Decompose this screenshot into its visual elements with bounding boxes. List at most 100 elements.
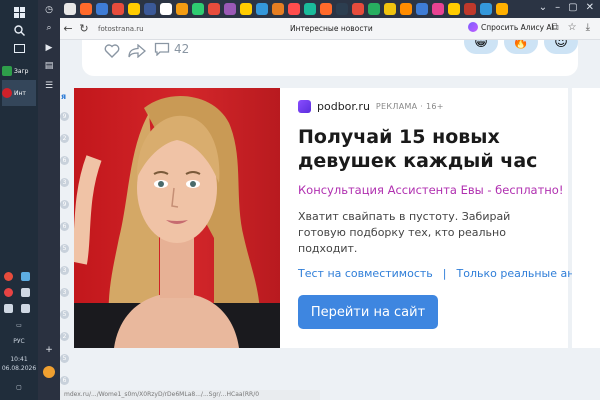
adjacent-card-edge — [572, 88, 600, 348]
clock-date[interactable]: 06.08.2026 — [0, 365, 38, 372]
ad-subline[interactable]: Консультация Ассистента Евы - бесплатно! — [298, 183, 568, 197]
share-button[interactable] — [128, 44, 146, 58]
tab-favicon-icon[interactable] — [336, 3, 348, 15]
download-icon[interactable]: ⤓ — [586, 22, 590, 33]
like-button[interactable] — [104, 44, 120, 58]
close-icon[interactable]: ✕ — [586, 2, 594, 13]
reaction-fire[interactable]: 🔥 — [504, 40, 538, 54]
tab-favicon-icon[interactable] — [176, 3, 188, 15]
page-title: Интересные новости — [290, 24, 373, 33]
screen: Загр Инт ▭ РУС 10:41 06.08.2026 ▢ ◷ ⌕ ▶ … — [0, 0, 600, 400]
tab-favicon-icon[interactable] — [272, 3, 284, 15]
ad-photo-illustration — [74, 96, 280, 348]
tab-favicon-icon[interactable] — [288, 3, 300, 15]
battery-icon[interactable] — [21, 304, 30, 313]
reload-icon[interactable]: ↻ — [76, 22, 92, 35]
ad-description: Хватит свайпать в пустоту. Забирай готов… — [298, 210, 511, 255]
reader-icon[interactable]: ▤ — [41, 58, 57, 74]
tab-favicon-icon[interactable] — [144, 3, 156, 15]
tab-favicon-icon[interactable] — [448, 3, 460, 15]
browser-tab-strip: ⌄ – ▢ ✕ — [60, 0, 600, 18]
media-icon[interactable]: ▶ — [41, 40, 57, 56]
volume-icon[interactable] — [21, 288, 30, 297]
tab-favicon-icon[interactable] — [400, 3, 412, 15]
ad-photo[interactable] — [74, 88, 280, 348]
side-counter-badge: 6 — [60, 156, 69, 165]
side-counter-badge: 2 — [60, 134, 69, 143]
tab-favicon-icon[interactable] — [240, 3, 252, 15]
tab-favicon-icon[interactable] — [432, 3, 444, 15]
tab-favicon-icon[interactable] — [128, 3, 140, 15]
tab-favicon-icon[interactable] — [80, 3, 92, 15]
side-letter: я — [61, 92, 67, 101]
network-icon[interactable] — [4, 272, 13, 281]
ad-content: podbor.ru РЕКЛАМА · 16+ Получай 15 новых… — [298, 100, 600, 280]
tab-favicon-icon[interactable] — [112, 3, 124, 15]
ad-sponsor[interactable]: podbor.ru РЕКЛАМА · 16+ — [298, 100, 568, 113]
tab-favicon-icon[interactable] — [64, 3, 76, 15]
heart-icon — [104, 44, 120, 58]
extensions-icon[interactable]: ⧉ — [551, 22, 558, 33]
profile-avatar-icon[interactable] — [41, 364, 57, 380]
tab-favicon-icon[interactable] — [160, 3, 172, 15]
taskbar-app-browser[interactable]: Инт — [2, 80, 36, 106]
tab-favicon-icon[interactable] — [192, 3, 204, 15]
side-counter-badge: 2 — [60, 332, 69, 341]
window-controls: ⌄ – ▢ ✕ — [539, 2, 594, 13]
tab-favicon-icon[interactable] — [384, 3, 396, 15]
language-indicator[interactable]: РУС — [0, 338, 38, 345]
side-counter-badge: 6 — [60, 376, 69, 385]
ad-link-compatibility[interactable]: Тест на совместимость — [298, 267, 433, 280]
link-separator: | — [442, 267, 447, 280]
reactions: 😁 🔥 😍 — [464, 40, 578, 54]
add-panel-icon[interactable]: + — [41, 342, 57, 358]
browser-sidebar: ◷ ⌕ ▶ ▤ ☰ + — [38, 0, 60, 400]
url-field[interactable]: fotostrana.ru — [98, 25, 144, 33]
collapse-icon[interactable]: ⌄ — [539, 2, 547, 13]
wifi-icon[interactable] — [4, 304, 13, 313]
search-icon[interactable] — [0, 22, 38, 38]
notifications-icon[interactable]: ▢ — [0, 384, 38, 391]
side-counter-badge: 9 — [60, 200, 69, 209]
go-to-site-button[interactable]: Перейти на сайт — [298, 295, 438, 329]
comments-button[interactable]: 42 — [154, 42, 189, 56]
side-counter-badge: 3 — [60, 266, 69, 275]
tab-favicon-icon[interactable] — [256, 3, 268, 15]
tab-favicon-icon[interactable] — [320, 3, 332, 15]
ask-alice-button[interactable]: Спросить Алису AI — [468, 22, 554, 32]
tab-favicon-icon[interactable] — [208, 3, 220, 15]
reaction-grin[interactable]: 😁 — [464, 40, 498, 54]
tab-favicon-icon[interactable] — [480, 3, 492, 15]
shield-icon[interactable] — [4, 288, 13, 297]
search-icon[interactable]: ⌕ — [41, 20, 57, 36]
task-view-icon[interactable] — [0, 40, 38, 56]
podbor-logo-icon — [298, 100, 311, 113]
taskbar-app-label: Загр — [14, 67, 29, 75]
advertisement[interactable]: podbor.ru РЕКЛАМА · 16+ Получай 15 новых… — [74, 88, 600, 348]
clock-time[interactable]: 10:41 — [0, 356, 38, 363]
monitor-icon[interactable]: ▭ — [0, 322, 38, 329]
tab-favicon-icon[interactable] — [352, 3, 364, 15]
side-counter-badge: 5 — [60, 354, 69, 363]
back-icon[interactable]: ← — [60, 22, 76, 35]
tab-favicon-icon[interactable] — [304, 3, 316, 15]
windows-start-icon[interactable] — [0, 4, 38, 20]
sponsor-name: podbor.ru — [317, 100, 370, 113]
tab-favicon-icon[interactable] — [496, 3, 508, 15]
reaction-heart-eyes[interactable]: 😍 — [544, 40, 578, 54]
comment-count: 42 — [174, 42, 190, 56]
ad-headline[interactable]: Получай 15 новых девушек каждый час — [298, 125, 558, 173]
tab-favicon-icon[interactable] — [464, 3, 476, 15]
bookmark-icon[interactable]: ☆ — [568, 22, 577, 33]
tab-favicon-icon[interactable] — [368, 3, 380, 15]
tab-favicon-icon[interactable] — [96, 3, 108, 15]
clock-icon[interactable]: ◷ — [41, 2, 57, 18]
maximize-icon[interactable]: ▢ — [568, 2, 577, 13]
notes-icon[interactable]: ☰ — [41, 78, 57, 94]
tab-favicon-icon[interactable] — [416, 3, 428, 15]
side-counter-badge: 9 — [60, 112, 69, 121]
minimize-icon[interactable]: – — [555, 2, 560, 13]
tab-favicon-icon[interactable] — [224, 3, 236, 15]
cloud-icon[interactable] — [21, 272, 30, 281]
side-counter-badge: 3 — [60, 178, 69, 187]
